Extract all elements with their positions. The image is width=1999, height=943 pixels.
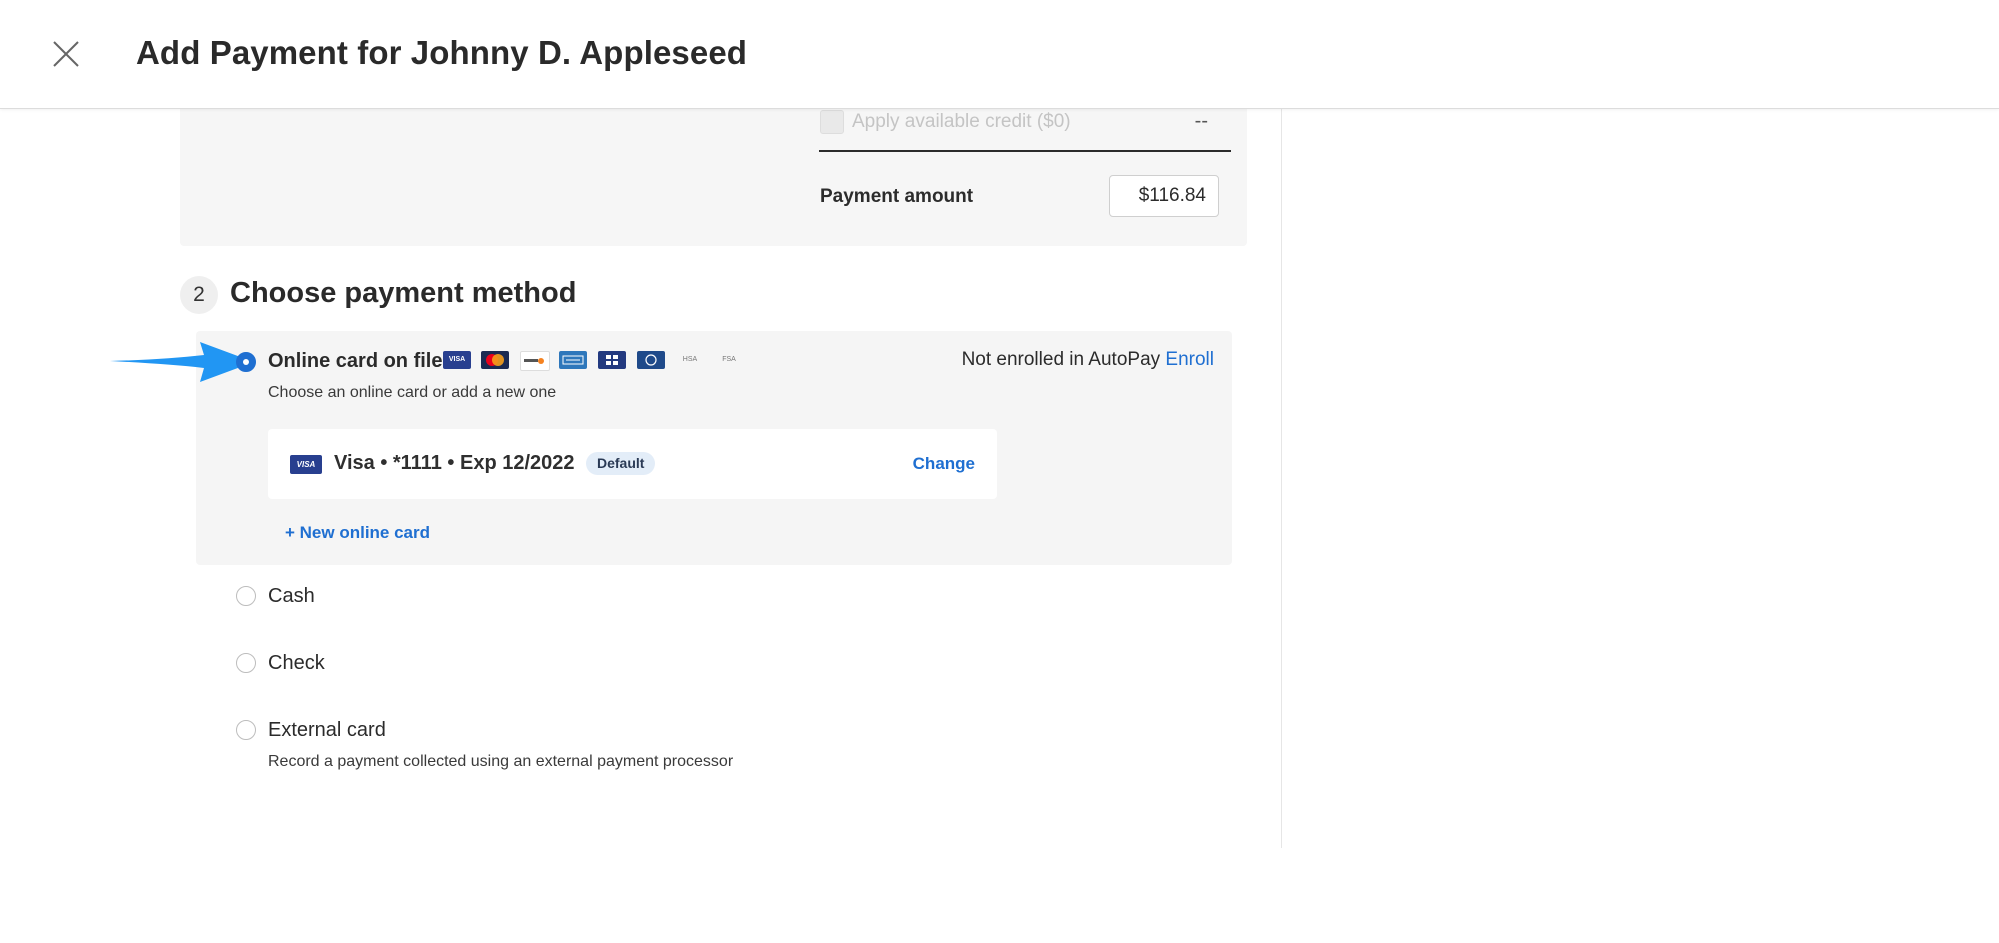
enroll-link[interactable]: Enroll xyxy=(1165,349,1214,370)
online-card-label[interactable]: Online card on file xyxy=(268,350,442,373)
cash-label[interactable]: Cash xyxy=(268,585,315,608)
autopay-status: Not enrolled in AutoPay Enroll xyxy=(962,349,1214,371)
payment-amount-label: Payment amount xyxy=(820,186,974,207)
fsa-icon: FSA xyxy=(715,351,743,369)
visa-icon: VISA xyxy=(290,455,322,474)
card-description: Visa • *1111 • Exp 12/2022 xyxy=(334,452,575,474)
change-card-button[interactable]: Change xyxy=(913,454,975,474)
check-radio[interactable] xyxy=(236,653,256,673)
apply-credit-row: Apply available credit ($0) -- xyxy=(820,110,1230,150)
page-title: Add Payment for Johnny D. Appleseed xyxy=(136,34,748,71)
credit-value: -- xyxy=(1194,110,1208,132)
external-card-subtitle: Record a payment collected using an exte… xyxy=(268,753,734,770)
amex-icon xyxy=(559,351,587,369)
column-divider xyxy=(1281,108,1282,848)
modal-header: Add Payment for Johnny D. Appleseed xyxy=(0,0,1999,109)
close-icon[interactable] xyxy=(50,38,82,70)
online-card-radio[interactable] xyxy=(236,352,256,372)
new-online-card-button[interactable]: + New online card xyxy=(285,523,430,543)
cash-radio[interactable] xyxy=(236,586,256,606)
check-label[interactable]: Check xyxy=(268,652,325,675)
external-card-radio[interactable] xyxy=(236,720,256,740)
hsa-icon: HSA xyxy=(676,351,704,369)
autopay-status-text: Not enrolled in AutoPay xyxy=(961,349,1161,370)
selected-card: VISA Visa • *1111 • Exp 12/2022 Default … xyxy=(268,429,997,499)
apply-credit-checkbox[interactable] xyxy=(820,110,844,134)
apply-credit-label: Apply available credit ($0) xyxy=(852,111,1071,132)
external-card-label[interactable]: External card xyxy=(268,719,386,742)
pointer-arrow-icon xyxy=(110,342,254,382)
summary-divider xyxy=(819,150,1231,152)
online-card-subtitle: Choose an online card or add a new one xyxy=(268,384,557,401)
step-number-badge: 2 xyxy=(180,276,218,314)
diners-club-icon xyxy=(637,351,665,369)
section-title: Choose payment method xyxy=(230,277,577,309)
visa-icon: VISA xyxy=(443,351,471,369)
default-badge: Default xyxy=(586,452,656,475)
mastercard-icon xyxy=(481,351,509,369)
discover-icon xyxy=(520,351,550,371)
jcb-icon xyxy=(598,351,626,369)
payment-amount-input[interactable] xyxy=(1109,175,1219,217)
